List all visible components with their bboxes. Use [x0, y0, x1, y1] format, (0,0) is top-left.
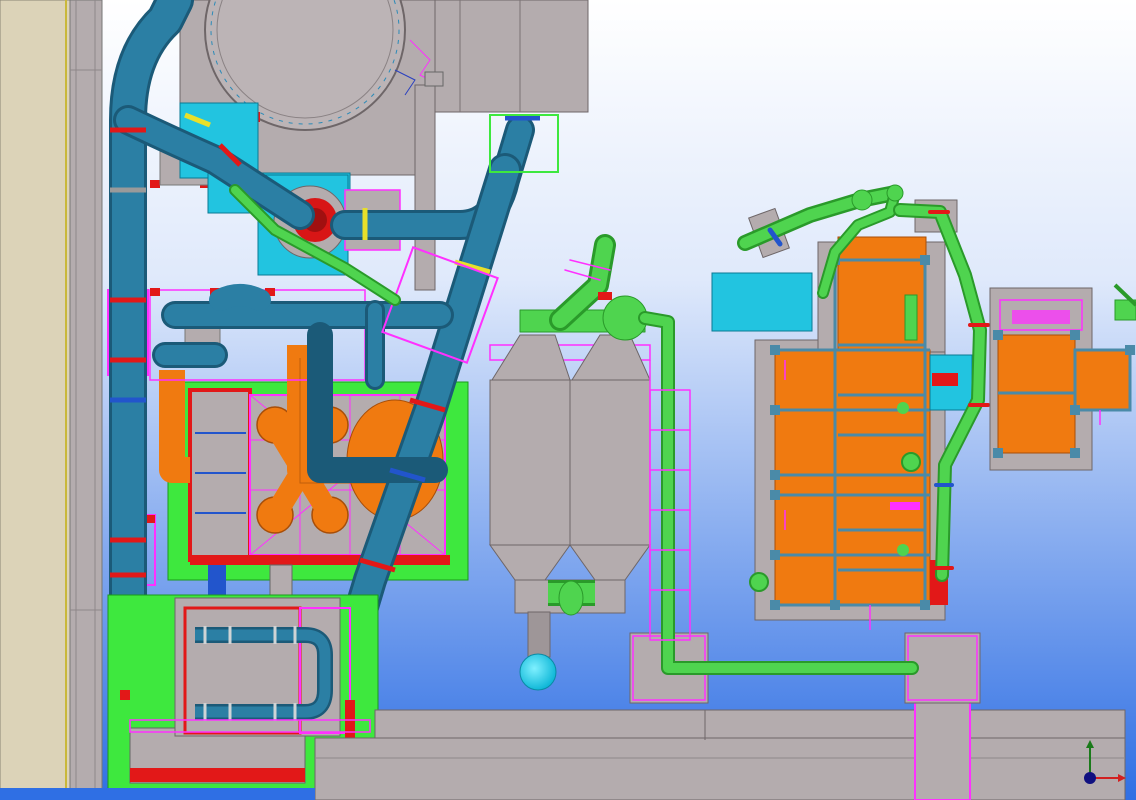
- cad-3d-viewport[interactable]: [0, 0, 1136, 800]
- plant-layout-drawing: [0, 0, 1136, 800]
- wall-left: [0, 0, 103, 800]
